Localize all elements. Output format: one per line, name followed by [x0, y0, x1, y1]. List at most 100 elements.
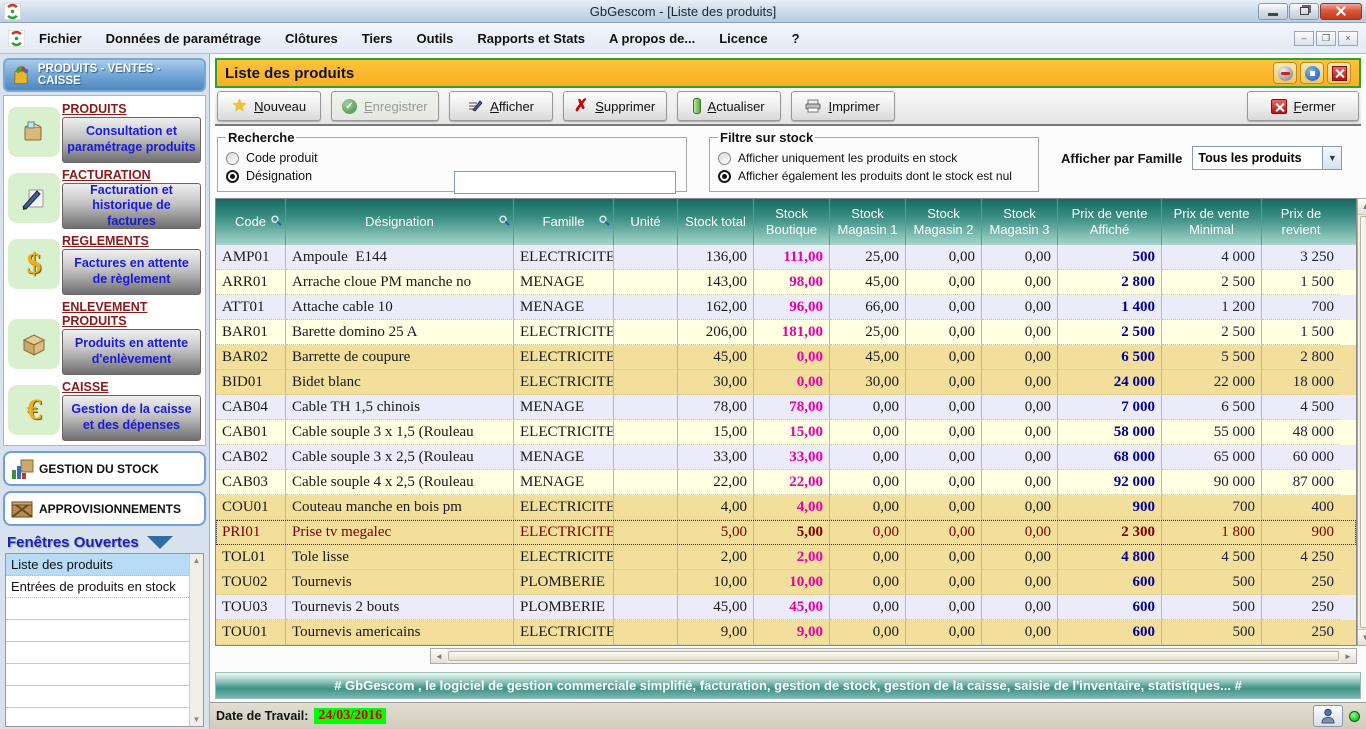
column-header-stock-magasin3[interactable]: Stock Magasin 3 [982, 199, 1058, 245]
fermer-button[interactable]: Fermer [1247, 91, 1359, 121]
radio-produits-en-stock[interactable] [718, 152, 731, 165]
scrollbar-thumb[interactable] [448, 651, 1339, 661]
header-close-button[interactable] [1327, 62, 1351, 84]
table-row[interactable]: TOU01 Tournevis americains ELECTRICITE 9… [216, 620, 1356, 645]
table-row[interactable]: TOU03 Tournevis 2 bouts PLOMBERIE 45,00 … [216, 595, 1356, 620]
cell-famille: ELECTRICITE [514, 545, 614, 570]
sidebar-button-facturation[interactable]: Facturation et historique de factures [62, 183, 201, 229]
minimize-button[interactable] [1258, 3, 1288, 20]
radio-stock-nul[interactable] [718, 170, 731, 183]
open-window-item[interactable]: Liste des produits [6, 554, 203, 576]
cell-code: TOL01 [216, 545, 286, 570]
scrollbar-thumb[interactable] [1360, 216, 1366, 628]
approvisionnements-button[interactable]: APPROVISIONNEMENTS [3, 491, 206, 526]
mdi-close-icon[interactable]: × [1338, 31, 1358, 46]
header-print-button[interactable] [1273, 62, 1297, 84]
restore-button[interactable] [1289, 3, 1319, 20]
cell-stock-boutique: 4,00 [754, 495, 830, 520]
menu-item[interactable]: ? [780, 27, 812, 50]
column-header-designation[interactable]: Désignation [286, 199, 514, 245]
table-row[interactable]: BAR01 Barette domino 25 A ELECTRICITE 20… [216, 320, 1356, 345]
scroll-up-icon[interactable]: ▲ [1358, 199, 1366, 215]
table-row[interactable]: CAB04 Cable TH 1,5 chinois MENAGE 78,00 … [216, 395, 1356, 420]
imprimer-button[interactable]: Imprimer [791, 91, 895, 121]
sidebar-section-title-caisse[interactable]: CAISSE [62, 380, 201, 394]
actualiser-button[interactable]: Actualiser [677, 91, 781, 121]
scroll-down-icon[interactable]: ▼ [193, 715, 201, 724]
header-stop-button[interactable] [1300, 62, 1324, 84]
cell-unite [614, 445, 678, 470]
mdi-restore-icon[interactable]: ❐ [1316, 31, 1336, 46]
scroll-left-icon[interactable]: ◄ [431, 649, 447, 663]
scroll-down-icon[interactable]: ▼ [1358, 629, 1366, 645]
sidebar-section-title-facturation[interactable]: FACTURATION [62, 168, 201, 182]
table-row[interactable]: CAB03 Cable souple 4 x 2,5 (Rouleau MENA… [216, 470, 1356, 495]
sidebar-button-reglements[interactable]: Factures en attente de règlement [62, 249, 201, 295]
cell-stock-magasin3: 0,00 [982, 470, 1058, 495]
column-header-unite[interactable]: Unité [614, 199, 678, 245]
cell-prix-vente-minimal: 2 500 [1162, 270, 1262, 295]
table-row[interactable]: CAB01 Cable souple 3 x 1,5 (Rouleau ELEC… [216, 420, 1356, 445]
open-window-item[interactable]: Entrées de produits en stock [6, 576, 203, 598]
status-bar: Date de Travail: 24/03/2016 [210, 702, 1366, 729]
radio-designation[interactable] [226, 170, 239, 183]
column-header-stock-boutique[interactable]: Stock Boutique [754, 199, 830, 245]
user-button[interactable] [1313, 705, 1343, 727]
column-header-stock-magasin1[interactable]: Stock Magasin 1 [830, 199, 906, 245]
cell-stock-boutique: 22,00 [754, 470, 830, 495]
column-header-prix-vente-minimal[interactable]: Prix de vente Minimal [1162, 199, 1262, 245]
radio-code-produit[interactable] [226, 152, 239, 165]
supprimer-button[interactable]: ✗Supprimer [563, 91, 667, 121]
table-row[interactable]: BID01 Bidet blanc ELECTRICITE 30,00 0,00… [216, 370, 1356, 395]
column-header-stock-total[interactable]: Stock total [678, 199, 754, 245]
table-row[interactable]: COU01 Couteau manche en bois pm ELECTRIC… [216, 495, 1356, 520]
menu-item[interactable]: Outils [405, 27, 466, 50]
menu-item[interactable]: Tiers [350, 27, 405, 50]
scroll-up-icon[interactable]: ▲ [193, 556, 201, 565]
table-row[interactable]: AMP01 Ampoule E144 ELECTRICITE 136,00 11… [216, 245, 1356, 270]
menu-item[interactable]: Clôtures [273, 27, 350, 50]
menu-item[interactable]: A propos de... [597, 27, 707, 50]
cell-prix-revient: 87 000 [1262, 470, 1340, 495]
chevron-down-icon[interactable]: ▼ [1322, 147, 1341, 169]
sidebar-button-enlevement[interactable]: Produits en attente d'enlèvement [62, 329, 201, 375]
menu-item[interactable]: Rapports et Stats [465, 27, 597, 50]
famille-select[interactable]: Tous les produits ▼ [1192, 146, 1342, 170]
nouveau-button[interactable]: ★Nouveau [217, 91, 321, 121]
table-row[interactable]: ARR01 Arrache cloue PM manche no MENAGE … [216, 270, 1356, 295]
column-header-famille[interactable]: Famille [514, 199, 614, 245]
menu-item[interactable]: Licence [707, 27, 779, 50]
gestion-du-stock-button[interactable]: GESTION DU STOCK [3, 451, 206, 486]
table-row[interactable]: BAR02 Barrette de coupure ELECTRICITE 45… [216, 345, 1356, 370]
menu-item[interactable]: Données de paramétrage [94, 27, 273, 50]
sidebar-section-title-reglements[interactable]: REGLEMENTS [62, 234, 201, 248]
column-header-prix-revient[interactable]: Prix de revient [1262, 199, 1340, 245]
table-row[interactable]: TOL01 Tole lisse ELECTRICITE 2,00 2,00 0… [216, 545, 1356, 570]
search-icon[interactable] [599, 214, 610, 230]
table-vertical-scrollbar[interactable]: ▲ ▼ [1357, 198, 1366, 646]
column-header-prix-vente-affiche[interactable]: Prix de vente Affiché [1058, 199, 1162, 245]
table-row[interactable]: CAB02 Cable souple 3 x 2,5 (Rouleau MENA… [216, 445, 1356, 470]
search-icon[interactable] [499, 214, 510, 230]
menu-item[interactable]: Fichier [27, 27, 94, 50]
mdi-minimize-icon[interactable]: – [1294, 31, 1314, 46]
sidebar-button-consultation-produits[interactable]: Consultation et paramétrage produits [62, 117, 201, 163]
open-windows-scrollbar[interactable]: ▲ ▼ [189, 554, 203, 726]
close-button[interactable] [1320, 3, 1362, 20]
search-icon[interactable] [271, 214, 282, 230]
afficher-button[interactable]: Afficher [449, 91, 553, 121]
sidebar-section-title-produits[interactable]: PRODUITS [62, 102, 201, 116]
table-row[interactable]: PRI01 Prise tv megalec ELECTRICITE 5,00 … [216, 520, 1356, 545]
table-row[interactable]: ATT01 Attache cable 10 MENAGE 162,00 96,… [216, 295, 1356, 320]
sidebar-section-title-enlevement[interactable]: ENLEVEMENT PRODUITS [62, 300, 201, 328]
column-header-stock-magasin2[interactable]: Stock Magasin 2 [906, 199, 982, 245]
table-row[interactable]: TOU02 Tournevis PLOMBERIE 10,00 10,00 0,… [216, 570, 1356, 595]
column-header-code[interactable]: Code [216, 199, 286, 245]
sidebar-button-caisse[interactable]: Gestion de la caisse et des dépenses [62, 395, 201, 441]
enregistrer-button[interactable]: ✓Enregistrer [331, 91, 439, 121]
sidebar-header-button[interactable]: PRODUITS - VENTES - CAISSE [3, 58, 206, 92]
cell-stock-magasin1: 25,00 [830, 320, 906, 345]
scroll-right-icon[interactable]: ► [1340, 649, 1356, 663]
search-input[interactable] [454, 171, 676, 194]
table-horizontal-scrollbar[interactable]: ◄ ► [430, 648, 1357, 664]
